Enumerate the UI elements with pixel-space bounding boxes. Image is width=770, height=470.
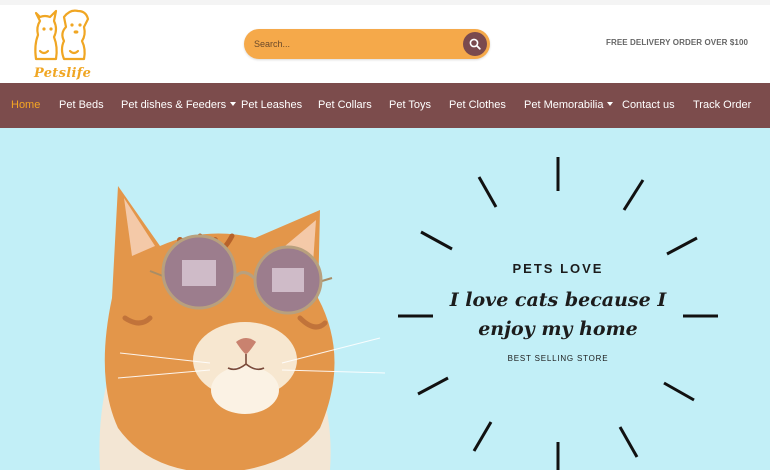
chevron-down-icon <box>607 102 614 107</box>
main-nav: Home Pet Beds Pet dishes & Feeders Pet L… <box>0 83 770 128</box>
nav-item-pet-collars[interactable]: Pet Collars <box>318 83 372 128</box>
chevron-down-icon <box>230 102 237 107</box>
nav-item-label: Home <box>11 99 41 111</box>
nav-item-label: Pet Leashes <box>241 99 303 111</box>
nav-item-pet-dishes-feeders[interactable]: Pet dishes & Feeders <box>121 83 237 128</box>
search-bar <box>244 29 490 59</box>
hero-headline-line: enjoy my home <box>478 318 638 340</box>
search-input[interactable] <box>254 33 454 55</box>
nav-item-label: Pet Clothes <box>449 99 506 111</box>
hero-headline: I love cats because I enjoy my home <box>438 286 678 344</box>
hero-banner: PETS LOVE I love cats because I enjoy my… <box>0 128 770 470</box>
hero-subline: BEST SELLING STORE <box>507 354 609 363</box>
search-button[interactable] <box>463 32 487 56</box>
nav-item-label: Track Order <box>693 99 752 111</box>
hero-text-block: PETS LOVE I love cats because I enjoy my… <box>438 261 678 363</box>
site-logo[interactable]: Petslife <box>28 5 98 83</box>
nav-item-label: Pet Memorabilia <box>524 99 604 111</box>
nav-item-pet-toys[interactable]: Pet Toys <box>389 83 431 128</box>
nav-item-pet-leashes[interactable]: Pet Leashes <box>241 83 302 128</box>
nav-item-label: Pet dishes & Feeders <box>121 99 227 111</box>
nav-item-home[interactable]: Home <box>11 83 40 128</box>
nav-item-label: Pet Beds <box>59 99 104 111</box>
nav-item-pet-memorabilia[interactable]: Pet Memorabilia <box>524 83 614 128</box>
nav-item-label: Contact us <box>622 99 675 111</box>
hero-headline-line: I love cats because I <box>449 289 667 311</box>
nav-item-contact-us[interactable]: Contact us <box>622 83 675 128</box>
hero-eyebrow: PETS LOVE <box>512 261 604 276</box>
nav-item-label: Pet Toys <box>389 99 431 111</box>
cat-dog-logo-icon <box>34 9 90 61</box>
logo-text: Petslife <box>34 66 92 81</box>
search-icon <box>469 38 481 50</box>
nav-item-track-order[interactable]: Track Order <box>693 83 751 128</box>
nav-item-label: Pet Collars <box>318 99 372 111</box>
cat-with-sunglasses-image <box>99 186 386 470</box>
site-header: Petslife FREE DELIVERY ORDER OVER $100 <box>0 5 770 83</box>
nav-item-pet-beds[interactable]: Pet Beds <box>59 83 104 128</box>
promo-text: FREE DELIVERY ORDER OVER $100 <box>606 38 749 47</box>
nav-item-pet-clothes[interactable]: Pet Clothes <box>449 83 506 128</box>
